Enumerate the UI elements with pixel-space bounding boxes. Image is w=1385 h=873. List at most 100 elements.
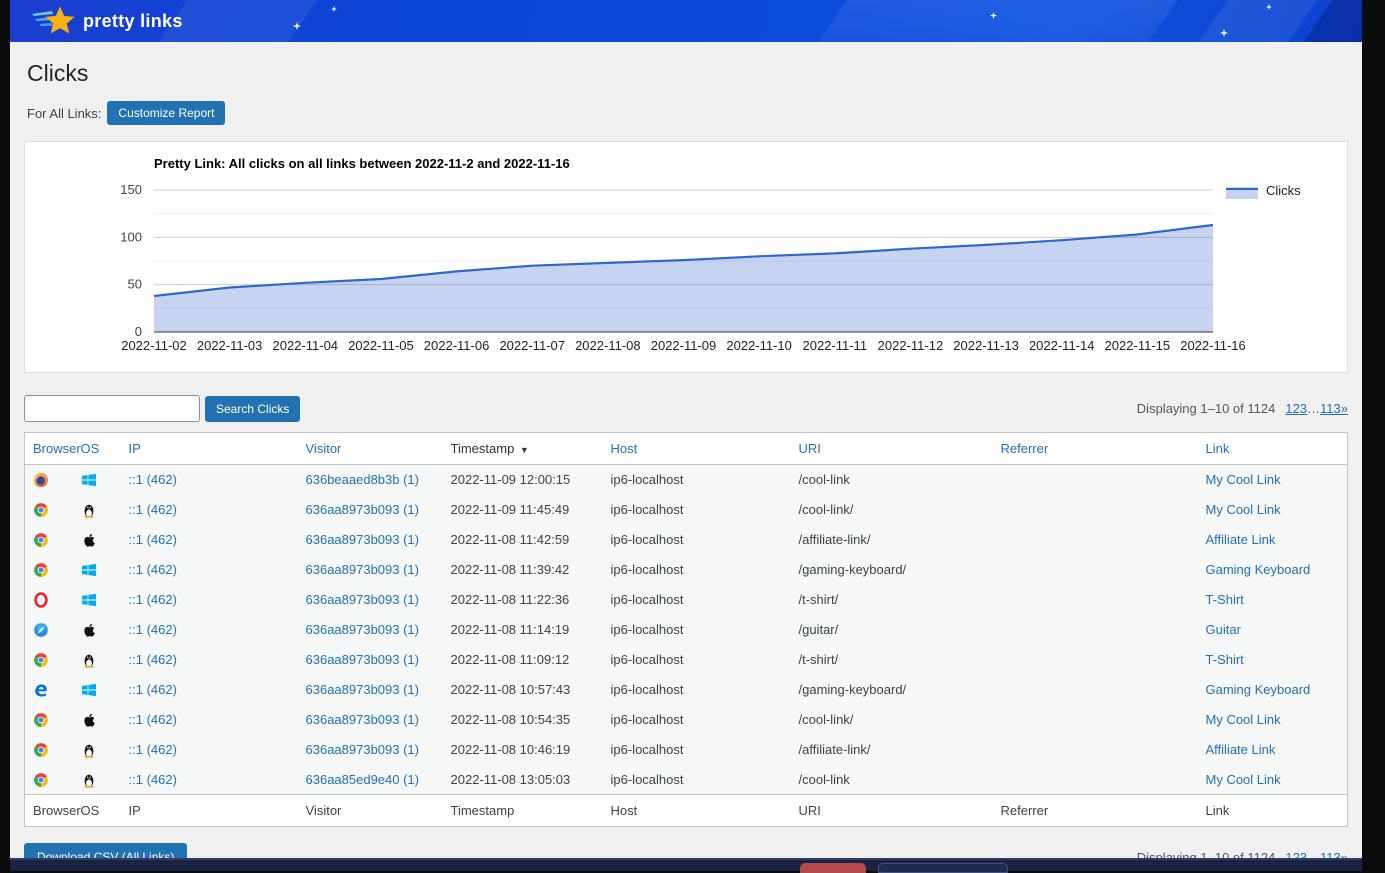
windows-icon: [81, 682, 97, 698]
banner-red-button-fragment[interactable]: [800, 863, 866, 873]
column-header-timestamp[interactable]: Timestamp: [451, 441, 515, 456]
referrer-cell: [993, 765, 1198, 795]
logo-text: pretty links: [83, 11, 183, 32]
pretty-link-name-link[interactable]: Gaming Keyboard: [1206, 562, 1311, 577]
ip-link[interactable]: ::1 (462): [129, 472, 177, 487]
bottom-banner-fragment: [10, 858, 1362, 871]
table-row: ::1 (462) 636aa8973b093 (1) 2022-11-08 11:…: [25, 645, 1348, 675]
table-row: ::1 (462)636aa8973b093 (1)2022-11-08 11:…: [25, 525, 1348, 555]
column-header-referrer[interactable]: Referrer: [1001, 441, 1049, 456]
chrome-icon: [33, 712, 49, 728]
page-link-2[interactable]: 2: [1293, 401, 1300, 416]
pretty-link-name-link[interactable]: Guitar: [1206, 622, 1241, 637]
page-link-1[interactable]: 1: [1285, 401, 1292, 416]
column-header-browser: Browser: [33, 803, 81, 818]
ip-link[interactable]: ::1 (462): [129, 622, 177, 637]
column-header-ip[interactable]: IP: [129, 441, 141, 456]
timestamp-cell: 2022-11-08 11:39:42: [443, 555, 603, 585]
uri-cell: /cool-link/: [791, 705, 993, 735]
page-link-3[interactable]: 3: [1300, 850, 1307, 859]
referrer-cell: [993, 585, 1198, 615]
ip-link[interactable]: ::1 (462): [129, 652, 177, 667]
visitor-link[interactable]: 636beaaed8b3b (1): [306, 472, 420, 487]
visitor-link[interactable]: 636aa8973b093 (1): [306, 682, 420, 697]
pretty-link-name-link[interactable]: My Cool Link: [1206, 502, 1281, 517]
column-header-link[interactable]: Link: [1206, 441, 1230, 456]
timestamp-cell: 2022-11-08 13:05:03: [443, 765, 603, 795]
table-row: ::1 (462)636aa8973b093 (1)2022-11-08 10:…: [25, 735, 1348, 765]
chart-title: Pretty Link: All clicks on all links bet…: [154, 156, 1347, 174]
visitor-link[interactable]: 636aa8973b093 (1): [306, 622, 420, 637]
next-page-link[interactable]: »: [1341, 850, 1348, 859]
pretty-link-name-link[interactable]: Affiliate Link: [1206, 742, 1276, 757]
uri-cell: /guitar/: [791, 615, 993, 645]
chrome-icon: [33, 742, 49, 758]
search-clicks-input[interactable]: [24, 395, 200, 422]
page-link-2[interactable]: 2: [1293, 850, 1300, 859]
svg-text:2022-11-14: 2022-11-14: [1029, 338, 1095, 353]
pretty-link-name-link[interactable]: My Cool Link: [1206, 772, 1281, 787]
ip-link[interactable]: ::1 (462): [129, 592, 177, 607]
next-page-link[interactable]: »: [1341, 401, 1348, 416]
uri-cell: /cool-link: [791, 465, 993, 495]
banner-outline-button-fragment[interactable]: [878, 863, 1008, 873]
pretty-link-name-link[interactable]: T-Shirt: [1206, 652, 1244, 667]
ip-link[interactable]: ::1 (462): [129, 772, 177, 787]
page-ellipsis: …: [1307, 850, 1320, 859]
column-header-visitor[interactable]: Visitor: [306, 441, 342, 456]
ip-link[interactable]: ::1 (462): [129, 562, 177, 577]
pretty-link-name-link[interactable]: T-Shirt: [1206, 592, 1244, 607]
pretty-link-name-link[interactable]: My Cool Link: [1206, 472, 1281, 487]
visitor-link[interactable]: 636aa8973b093 (1): [306, 532, 420, 547]
timestamp-cell: 2022-11-08 11:14:19: [443, 615, 603, 645]
visitor-link[interactable]: 636aa8973b093 (1): [306, 742, 420, 757]
download-csv-button[interactable]: Download CSV (All Links): [24, 843, 187, 858]
ip-link[interactable]: ::1 (462): [129, 742, 177, 757]
referrer-cell: [993, 525, 1198, 555]
column-header-os[interactable]: OS: [81, 441, 100, 456]
svg-text:2022-11-10: 2022-11-10: [726, 338, 792, 353]
visitor-link[interactable]: 636aa8973b093 (1): [306, 502, 420, 517]
timestamp-cell: 2022-11-08 11:09:12: [443, 645, 603, 675]
svg-text:2022-11-05: 2022-11-05: [348, 338, 414, 353]
visitor-link[interactable]: 636aa8973b093 (1): [306, 592, 420, 607]
visitor-link[interactable]: 636aa8973b093 (1): [306, 562, 420, 577]
svg-text:100: 100: [120, 229, 142, 244]
host-cell: ip6-localhost: [603, 735, 791, 765]
column-header-host[interactable]: Host: [611, 441, 638, 456]
page-link-113[interactable]: 113: [1320, 850, 1341, 859]
search-clicks-button[interactable]: Search Clicks: [205, 396, 300, 422]
column-header-browser[interactable]: Browser: [33, 441, 81, 456]
svg-text:150: 150: [120, 182, 142, 197]
apple-icon: [81, 712, 97, 728]
ip-link[interactable]: ::1 (462): [129, 712, 177, 727]
ip-link[interactable]: ::1 (462): [129, 502, 177, 517]
pretty-links-banner: pretty links: [10, 0, 1362, 42]
column-header-uri[interactable]: URI: [799, 441, 821, 456]
pretty-link-name-link[interactable]: My Cool Link: [1206, 712, 1281, 727]
customize-report-button[interactable]: Customize Report: [107, 101, 225, 125]
ip-link[interactable]: ::1 (462): [129, 682, 177, 697]
pretty-link-name-link[interactable]: Affiliate Link: [1206, 532, 1276, 547]
uri-cell: /cool-link: [791, 765, 993, 795]
page-link-1[interactable]: 1: [1285, 850, 1292, 859]
safari-icon: [33, 622, 49, 638]
visitor-link[interactable]: 636aa8973b093 (1): [306, 712, 420, 727]
pagination-bottom: Displaying 1–10 of 1124 123…113»: [1137, 850, 1348, 859]
page-link-3[interactable]: 3: [1300, 401, 1307, 416]
visitor-link[interactable]: 636aa85ed9e40 (1): [306, 772, 420, 787]
svg-text:2022-11-06: 2022-11-06: [424, 338, 490, 353]
pretty-links-logo: pretty links: [30, 5, 183, 37]
sort-desc-icon: ▼: [517, 445, 528, 455]
column-header-os: OS: [81, 803, 100, 818]
pretty-link-name-link[interactable]: Gaming Keyboard: [1206, 682, 1311, 697]
referrer-cell: [993, 735, 1198, 765]
host-cell: ip6-localhost: [603, 585, 791, 615]
uri-cell: /affiliate-link/: [791, 735, 993, 765]
visitor-link[interactable]: 636aa8973b093 (1): [306, 652, 420, 667]
host-cell: ip6-localhost: [603, 645, 791, 675]
ip-link[interactable]: ::1 (462): [129, 532, 177, 547]
page-link-113[interactable]: 113: [1320, 401, 1341, 416]
clicks-chart-card: Pretty Link: All clicks on all links bet…: [24, 141, 1348, 373]
svg-text:2022-11-08: 2022-11-08: [575, 338, 641, 353]
